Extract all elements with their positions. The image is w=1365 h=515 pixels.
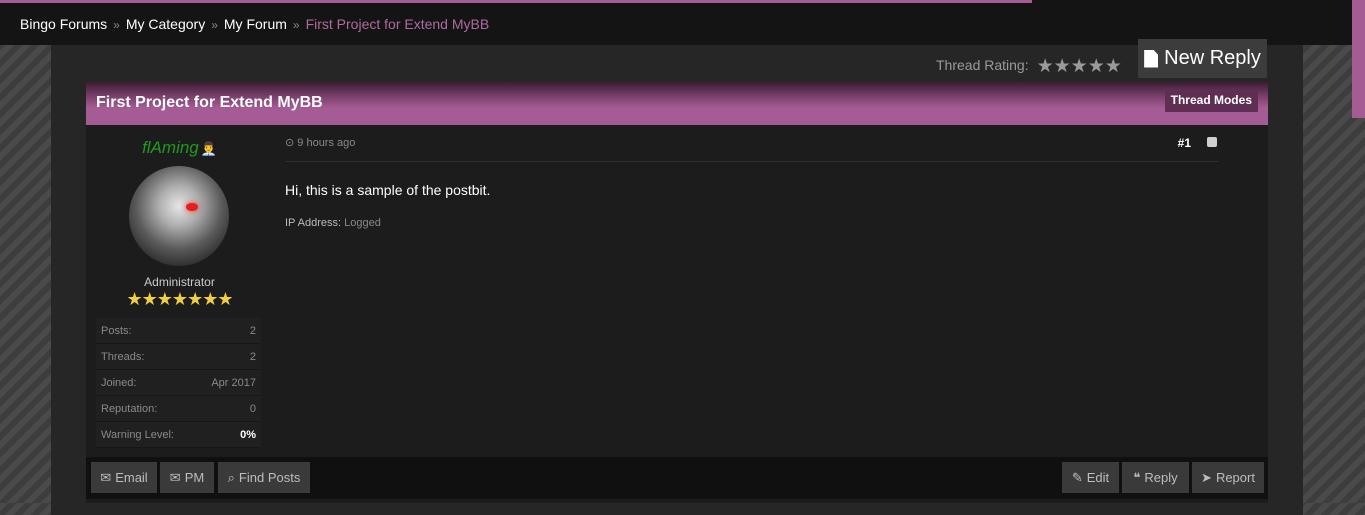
stat-label: Warning Level: [101,428,174,441]
post-message: Hi, this is a sample of the postbit. [285,182,491,198]
ip-address: IP Address: Logged [285,217,381,229]
breadcrumb-home[interactable]: Bingo Forums [20,16,107,32]
file-icon [1144,49,1159,68]
user-stats: Posts: 2 Threads: 2 Joined: Apr 2017 Rep… [96,318,261,448]
breadcrumb-forum[interactable]: My Forum [224,16,287,32]
email-button[interactable]: ✉ Email [91,462,157,493]
new-reply-button[interactable]: New Reply [1138,39,1267,78]
avatar-eye [186,203,198,211]
ip-label: IP Address: [285,217,342,229]
stat-warning-level: Warning Level: 0% [96,422,261,448]
thread-title: First Project for Extend MyBB [96,94,323,111]
post-controls: ✉ Email ✉ PM ⌕ Find Posts ✎ Edit ❝ Reply… [86,457,1268,499]
envelope-icon: ✉ [100,469,112,485]
stat-joined: Joined: Apr 2017 [96,370,261,396]
post-footer-edge [86,499,1268,503]
breadcrumb-current: First Project for Extend MyBB [305,16,490,32]
breadcrumb-separator: » [211,18,218,32]
ip-value: Logged [344,217,381,229]
quote-icon: ❝ [1133,469,1141,485]
username[interactable]: flAming 👨‍💼 [96,138,263,158]
avatar[interactable] [129,166,229,266]
rocket-icon: ➤ [1201,469,1212,485]
pm-button[interactable]: ✉ PM [160,462,214,493]
stat-label: Posts: [101,324,132,337]
post-select-checkbox[interactable] [1207,137,1217,147]
stat-threads: Threads: 2 [96,344,261,370]
post-time-text: 9 hours ago [297,137,356,149]
post-time: ⊙ 9 hours ago [285,136,355,149]
stat-value[interactable]: 0% [240,429,256,441]
user-title: Administrator [144,275,215,289]
breadcrumb-category[interactable]: My Category [126,16,205,32]
envelope-icon: ✉ [169,469,181,485]
stat-value[interactable]: 0 [250,403,256,415]
report-button[interactable]: ➤ Report [1192,462,1264,493]
breadcrumb-separator: » [292,18,300,32]
rating-stars-icon[interactable]: ★★★★★ [1037,56,1122,77]
edit-label: Edit [1086,470,1110,485]
stat-value: 2 [249,350,256,363]
post-number[interactable]: #1 [1178,136,1191,150]
breadcrumb: Bingo Forums » My Category » My Forum » First … [20,16,489,32]
stat-label: Reputation: [101,402,158,415]
search-icon: ⌕ [227,469,235,485]
stat-value: Apr 2017 [211,376,256,389]
reply-button[interactable]: ❝ Reply [1122,462,1189,493]
post-head: ⊙ 9 hours ago #1 [285,136,1219,162]
thread-header: First Project for Extend MyBB Thread Mod… [86,82,1268,125]
find-posts-label: Find Posts [238,470,301,485]
user-stars-icon: ★★★★★★★ [126,289,234,309]
stat-label: Joined: [101,376,137,389]
thread-rating: Thread Rating: ★★★★★ [936,55,1122,78]
edit-button[interactable]: ✎ Edit [1062,462,1119,493]
email-label: Email [115,470,148,485]
report-label: Report [1215,470,1255,485]
stat-label: Threads: [101,350,145,363]
scrollbar-accent [1352,0,1365,118]
reply-label: Reply [1144,470,1178,485]
username-text: flAming [142,138,199,157]
breadcrumb-separator: » [113,18,120,32]
post: flAming 👨‍💼 Administrator ★★★★★★★ Posts: … [86,125,1268,457]
find-posts-button[interactable]: ⌕ Find Posts [218,462,310,493]
user-icon: 👨‍💼 [200,141,217,156]
thread-modes-button[interactable]: Thread Modes [1164,89,1258,112]
post-author: flAming 👨‍💼 Administrator ★★★★★★★ Posts: … [96,125,263,457]
stat-reputation: Reputation: 0 [96,396,261,422]
accent-line [0,0,1032,3]
pm-label: PM [184,470,205,485]
clock-icon: ⊙ [285,137,295,149]
stat-posts: Posts: 2 [96,318,261,344]
edit-icon: ✎ [1071,469,1083,485]
thread-rating-label: Thread Rating: [936,57,1029,73]
new-reply-label: New Reply [1164,47,1261,69]
stat-value: 2 [249,324,256,337]
